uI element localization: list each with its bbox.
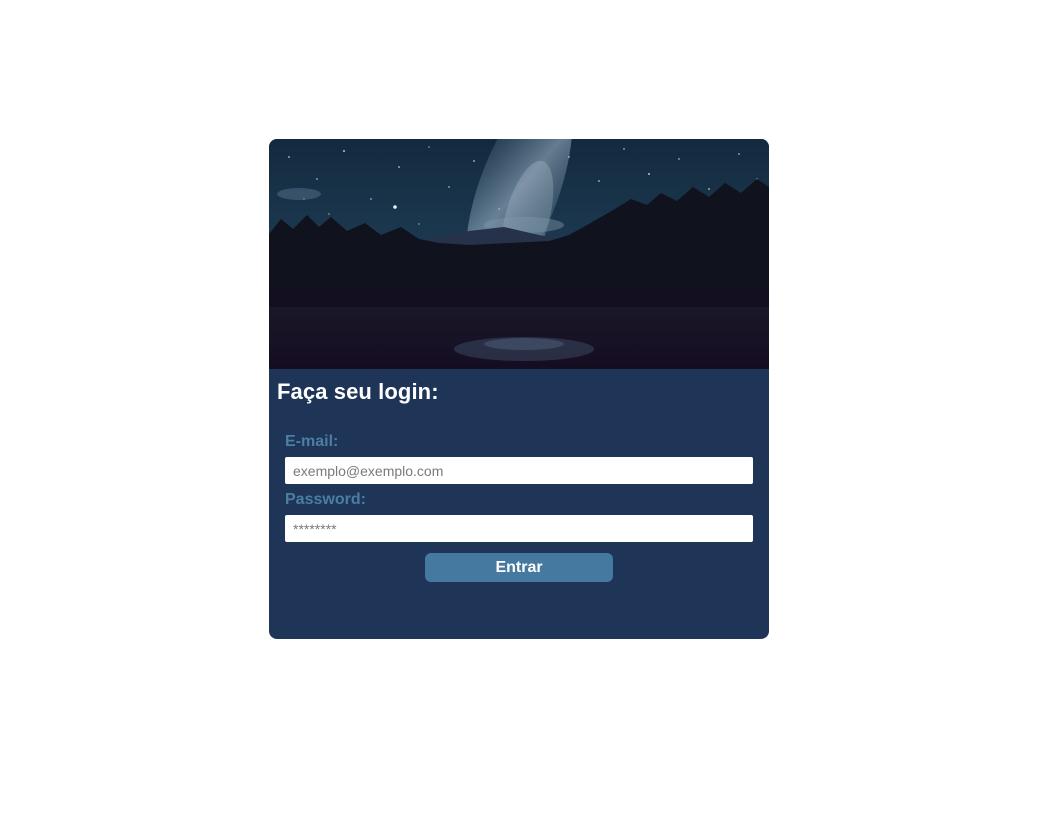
email-label: E-mail: bbox=[285, 433, 339, 450]
password-field[interactable] bbox=[285, 515, 753, 542]
password-label: Password: bbox=[285, 491, 366, 508]
night-sky-image bbox=[269, 139, 769, 369]
login-title: Faça seu login: bbox=[277, 379, 439, 404]
email-field[interactable] bbox=[285, 457, 753, 484]
login-form: E-mail: Password: bbox=[285, 432, 753, 548]
login-card: Faça seu login: E-mail: Password: Entrar bbox=[269, 139, 769, 639]
login-submit-button[interactable]: Entrar bbox=[425, 553, 613, 582]
